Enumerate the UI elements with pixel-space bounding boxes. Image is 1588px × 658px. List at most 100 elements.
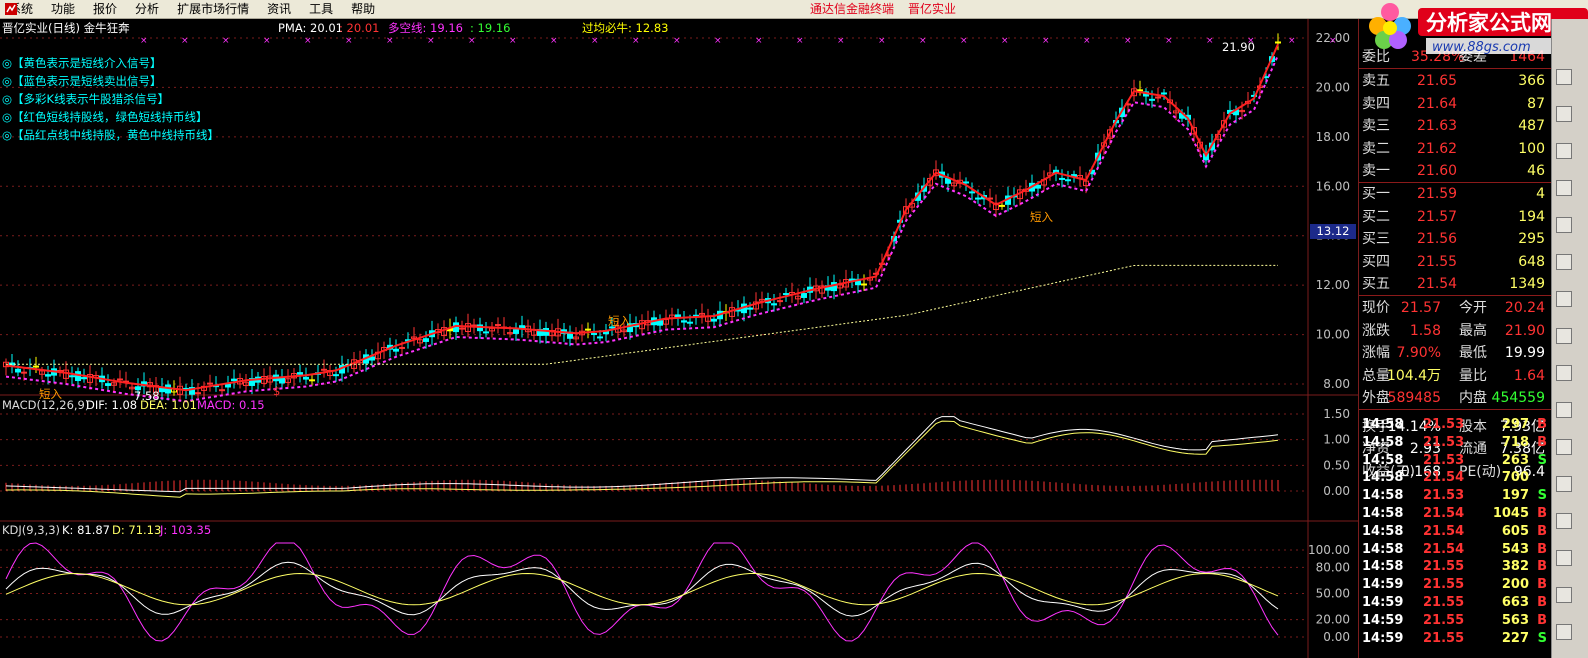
toolbar-button[interactable] (1556, 217, 1572, 233)
candle-body (963, 181, 969, 184)
bid-price: 21.56 (1417, 231, 1458, 247)
candle-body (1161, 92, 1167, 95)
menu-analysis[interactable]: 分析 (126, 0, 168, 18)
toolbar-button[interactable] (1556, 143, 1572, 159)
mid-hold-dotline (5, 54, 1279, 403)
kdj-d-line (5, 572, 1279, 606)
ask-volume: 87 (1527, 95, 1545, 112)
signal-x-mark: × (960, 36, 968, 46)
ask-label: 卖五 (1362, 73, 1390, 89)
quote-panel: 委比 35.28% 委差 1464 卖五 21.65 366 卖四 21.64 87 卖三 2… (1358, 19, 1551, 658)
ask-row: 卖一 21.60 46 (1359, 160, 1551, 183)
bid-row: 买四 21.55 648 (1359, 251, 1551, 274)
chart-title: 晋亿实业(日线) 金牛狂奔 (2, 21, 130, 35)
candle-body (861, 283, 867, 286)
signal-x-mark: × (632, 36, 640, 46)
signal-x-mark: × (714, 36, 722, 46)
toolbar-button[interactable] (1556, 476, 1572, 492)
toolbar-button[interactable] (1556, 513, 1572, 529)
stat-value-2: 19.99 (1504, 345, 1545, 361)
signal-x-mark: × (181, 36, 189, 46)
note-magenta-yellow: ◎【品红点线中线持股，黄色中线持币线】 (2, 128, 220, 142)
stat-row: 外盘 589485 内盘 454559 (1359, 387, 1551, 410)
menu-quote[interactable]: 报价 (84, 0, 126, 18)
right-toolbar (1551, 19, 1588, 658)
ask-price: 21.63 (1417, 118, 1458, 134)
toolbar-button[interactable] (1556, 180, 1572, 196)
candle-body (81, 377, 87, 380)
toolbar-button[interactable] (1556, 439, 1572, 455)
candle-body (117, 378, 123, 381)
note-red-green: ◎【红色短线持股线，绿色短线持币线】 (2, 110, 208, 124)
kdj-chart (5, 542, 1279, 642)
tick-side: B (1537, 523, 1547, 539)
tick-price: 21.55 (1423, 630, 1465, 646)
tick-time: 14:58 (1362, 488, 1404, 504)
signal-x-mark: × (1083, 36, 1091, 46)
tick-time: 14:59 (1362, 630, 1404, 646)
bid-label: 买一 (1362, 186, 1390, 202)
tick-time: 14:58 (1362, 523, 1404, 539)
tick-price: 21.55 (1423, 559, 1465, 575)
candle-body (207, 382, 213, 385)
tick-time: 14:59 (1362, 612, 1404, 628)
candle-body (681, 320, 687, 323)
signal-x-mark: × (427, 36, 435, 46)
candle-body (1059, 177, 1065, 180)
ask-volume: 100 (1518, 140, 1545, 157)
candle-body (1149, 98, 1155, 101)
signal-x-mark: × (1206, 36, 1214, 46)
toolbar-button[interactable] (1556, 550, 1572, 566)
menu-news[interactable]: 资讯 (258, 0, 300, 18)
toolbar-button[interactable] (1556, 291, 1572, 307)
menu-function[interactable]: 功能 (42, 0, 84, 18)
toolbar-button[interactable] (1556, 365, 1572, 381)
menu-help[interactable]: 帮助 (342, 0, 384, 18)
bid-volume: 1349 (1509, 276, 1545, 292)
kdj-j: J: 103.35 (160, 523, 212, 537)
kdj-d: D: 71.13 (112, 523, 162, 537)
tick-side: B (1537, 541, 1547, 557)
kdj-k: K: 81.87 (62, 523, 110, 537)
toolbar-button[interactable] (1556, 106, 1572, 122)
tick-row: 14:58 21.54 543 B (1359, 541, 1551, 559)
signal-x-mark: × (1165, 36, 1173, 46)
candle-body (801, 292, 807, 298)
toolbar-button[interactable] (1556, 69, 1572, 85)
pma-value: : 20.01 (339, 21, 380, 35)
stat-label: 涨跌 (1362, 322, 1390, 339)
candle-body (303, 376, 309, 380)
kdj-tick-label: 80.00 (1316, 560, 1350, 574)
tick-time: 14:58 (1362, 559, 1404, 575)
tick-volume: 1045 (1492, 506, 1529, 521)
ask-label: 卖四 (1362, 95, 1390, 112)
signal-x-mark: × (1042, 36, 1050, 46)
price-tick-label: 12.00 (1316, 278, 1350, 292)
candle-body (309, 379, 315, 382)
candle-body (1137, 89, 1143, 92)
tick-row: 14:58 21.53 297 B (1359, 416, 1551, 434)
toolbar-button[interactable] (1556, 624, 1572, 640)
price-tick-label: 16.00 (1316, 179, 1350, 193)
ask-row: 卖三 21.63 487 (1359, 115, 1551, 138)
menu-extended-market[interactable]: 扩展市场行情 (168, 0, 258, 18)
toolbar-button[interactable] (1556, 254, 1572, 270)
signal-x-mark: × (591, 36, 599, 46)
menu-bar: 系统 功能 报价 分析 扩展市场行情 资讯 工具 帮助 通达信金融终端 晋亿实业 (0, 0, 1588, 19)
candle-body (45, 374, 51, 377)
menu-tools[interactable]: 工具 (300, 0, 342, 18)
candle-body (219, 389, 225, 392)
candle-body (321, 368, 327, 371)
toolbar-button[interactable] (1556, 402, 1572, 418)
signal-short-entry-2: 短入 (608, 314, 631, 328)
toolbar-button[interactable] (1556, 328, 1572, 344)
stat-row: 涨跌 1.58 最高 21.90 (1359, 320, 1551, 343)
candle-body (747, 307, 753, 310)
ask-volume: 366 (1518, 73, 1545, 89)
stat-row: 现价 21.57 今开 20.24 (1359, 297, 1551, 320)
toolbar-button[interactable] (1556, 587, 1572, 603)
terminal-name: 通达信金融终端 (810, 2, 895, 16)
tick-price: 21.53 (1423, 417, 1465, 432)
tick-time: 14:58 (1362, 470, 1404, 486)
candle-body (1065, 179, 1071, 182)
